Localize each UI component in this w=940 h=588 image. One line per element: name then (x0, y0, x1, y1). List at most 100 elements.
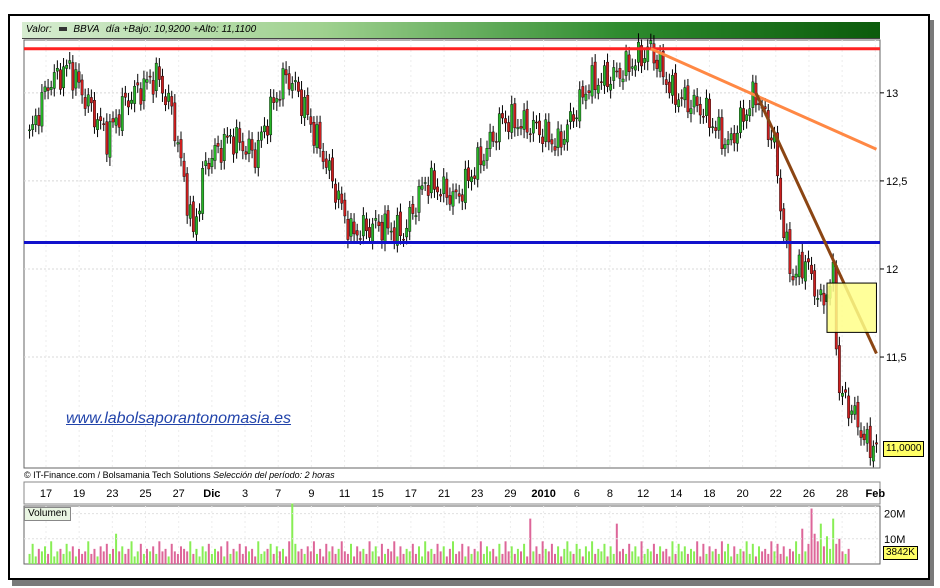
candle-body (871, 445, 875, 462)
candle-body (365, 218, 368, 232)
candle-body (182, 160, 186, 177)
volume-bar (31, 543, 34, 564)
volume-bar (442, 546, 445, 564)
candle-body (463, 168, 467, 203)
volume-bar (671, 541, 674, 564)
candle-body (603, 65, 606, 86)
candle-body (683, 87, 687, 101)
volume-bar (776, 543, 779, 564)
x-tick-label: 26 (803, 488, 815, 500)
volume-bar (152, 546, 155, 564)
volume-bar (733, 546, 736, 564)
volume-bar (356, 546, 359, 564)
volume-bar (201, 546, 204, 564)
volume-tick-label: 20M (884, 509, 905, 521)
volume-bar (572, 553, 575, 564)
candle-body (547, 121, 551, 143)
volume-bar (288, 541, 291, 564)
volume-bar (170, 543, 173, 564)
candle-body (652, 43, 656, 64)
candle-body (297, 81, 300, 92)
candle-body (497, 113, 501, 143)
candle-body (352, 221, 356, 235)
volume-bar (68, 551, 71, 564)
candle-body (584, 93, 588, 101)
candle-body (813, 270, 817, 297)
volume-bar (609, 546, 612, 564)
volume-bar (758, 546, 760, 564)
volume-bar (535, 546, 538, 564)
candle-body (708, 98, 711, 128)
candle-body (411, 203, 415, 214)
candle-body (544, 119, 548, 142)
volume-bar (244, 546, 247, 564)
volume-bar (618, 551, 621, 564)
volume-bar (479, 541, 482, 564)
volume-bar (319, 548, 322, 564)
candle-body (609, 83, 613, 91)
volume-bar (458, 551, 461, 564)
candle-body (769, 137, 773, 141)
volume-bar (309, 551, 312, 564)
volume-bar (322, 556, 325, 564)
volume-bar (751, 543, 754, 564)
candle-body (615, 70, 619, 73)
volume-bar (652, 543, 655, 564)
volume-bar (767, 553, 770, 564)
price-axis: 13 12,5 12 11,5 (880, 88, 907, 364)
candle-body (797, 254, 801, 278)
candle-body (154, 62, 158, 91)
candle-body (405, 227, 409, 238)
volume-bar (826, 536, 828, 564)
volume-bar (285, 556, 288, 564)
volume-bar (816, 541, 819, 564)
volume-bar (782, 546, 785, 564)
x-tick-label: 20 (736, 488, 748, 500)
volume-bar (142, 553, 145, 564)
volume-bar (690, 548, 692, 564)
candle-body (485, 148, 489, 161)
candle-body (114, 117, 118, 126)
candle-body (68, 60, 72, 64)
volume-bar (266, 548, 269, 564)
candle-body (476, 147, 480, 180)
volume-bar (124, 553, 127, 564)
candle-body (581, 86, 585, 98)
candle-body (785, 231, 789, 241)
volume-bar (699, 556, 702, 564)
candle-body (779, 177, 783, 212)
candle-body (34, 115, 38, 125)
candle-body (164, 96, 167, 106)
candle-body (191, 201, 195, 232)
candle-body (59, 69, 62, 90)
volume-bar (742, 551, 745, 564)
candle-body (788, 229, 792, 274)
volume-bar (402, 553, 405, 564)
volume-bar (724, 551, 726, 564)
candle-body (86, 94, 90, 107)
volume-bar (591, 541, 594, 564)
volume-bar (204, 551, 207, 564)
candle-body (65, 65, 69, 69)
candle-body (525, 108, 529, 133)
candle-body (272, 97, 276, 103)
volume-bar (90, 553, 93, 564)
volume-bar (838, 538, 841, 564)
candle-body (37, 115, 41, 126)
candle-body (130, 99, 133, 104)
volume-bar (380, 543, 383, 564)
volume-bar (28, 553, 31, 564)
candle-body (816, 297, 820, 300)
volume-bar (588, 551, 590, 564)
candle-body (377, 221, 381, 226)
watermark-link[interactable]: www.labolsaporantonomasia.es (66, 410, 291, 428)
volume-bar (257, 541, 260, 564)
volume-bar (436, 543, 439, 564)
candle-body (46, 87, 50, 91)
candle-body (315, 124, 319, 149)
volume-bar (275, 546, 278, 564)
volume-bar (804, 551, 807, 564)
candle-body (312, 121, 316, 146)
candle-body (433, 170, 436, 190)
candle-body (501, 113, 504, 119)
